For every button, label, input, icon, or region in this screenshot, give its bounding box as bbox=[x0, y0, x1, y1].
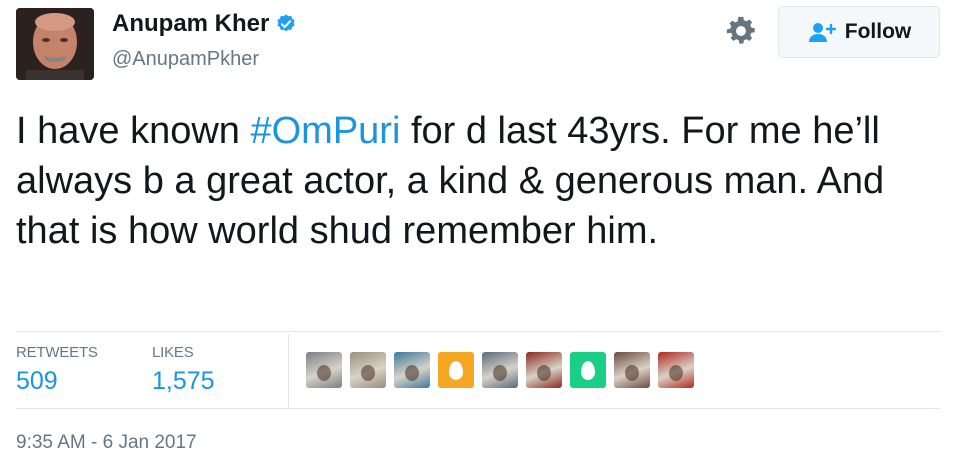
liker-avatar[interactable] bbox=[482, 352, 518, 388]
liker-photo bbox=[317, 365, 331, 381]
gear-icon[interactable] bbox=[724, 14, 758, 48]
tweet-timestamp[interactable]: 9:35 AM - 6 Jan 2017 bbox=[16, 432, 197, 454]
stats-bottom-divider bbox=[16, 408, 940, 409]
liker-avatar[interactable] bbox=[570, 352, 606, 388]
liker-avatar[interactable] bbox=[350, 352, 386, 388]
retweets-stat[interactable]: RETWEETS 509 bbox=[16, 344, 98, 396]
tweet-text: I have known #OmPuri for d last 43yrs. F… bbox=[16, 106, 946, 256]
liker-avatar[interactable] bbox=[306, 352, 342, 388]
liker-avatar[interactable] bbox=[438, 352, 474, 388]
tweet-text-before: I have known bbox=[16, 110, 251, 152]
follow-user-icon bbox=[808, 23, 836, 42]
stats-top-divider bbox=[16, 331, 940, 332]
display-name[interactable]: Anupam Kher bbox=[112, 10, 269, 38]
likes-count: 1,575 bbox=[152, 367, 215, 395]
liker-photo bbox=[537, 365, 551, 381]
retweets-count: 509 bbox=[16, 367, 58, 395]
likes-stat[interactable]: LIKES 1,575 bbox=[152, 344, 215, 396]
liker-photo bbox=[405, 365, 419, 381]
liker-avatar[interactable] bbox=[526, 352, 562, 388]
user-handle[interactable]: @AnupamPkher bbox=[112, 48, 259, 71]
default-egg-icon bbox=[581, 360, 595, 380]
follow-label: Follow bbox=[844, 20, 912, 43]
default-egg-icon bbox=[449, 360, 463, 380]
avatar[interactable] bbox=[16, 8, 94, 80]
stats-vertical-divider bbox=[288, 334, 289, 408]
profile-photo bbox=[16, 8, 94, 80]
likes-label: LIKES bbox=[152, 344, 194, 361]
liker-avatar[interactable] bbox=[614, 352, 650, 388]
liker-avatar[interactable] bbox=[394, 352, 430, 388]
liker-photo bbox=[669, 365, 683, 381]
liker-avatar[interactable] bbox=[658, 352, 694, 388]
retweets-label: RETWEETS bbox=[16, 344, 98, 361]
liker-photo bbox=[625, 365, 639, 381]
liker-photo bbox=[493, 365, 507, 381]
hashtag-link[interactable]: #OmPuri bbox=[250, 110, 400, 152]
follow-button[interactable]: Follow bbox=[778, 6, 940, 58]
verified-badge-icon bbox=[277, 14, 295, 32]
user-name-row: Anupam Kher bbox=[112, 10, 297, 38]
liker-photo bbox=[361, 365, 375, 381]
liker-avatars bbox=[306, 352, 694, 388]
